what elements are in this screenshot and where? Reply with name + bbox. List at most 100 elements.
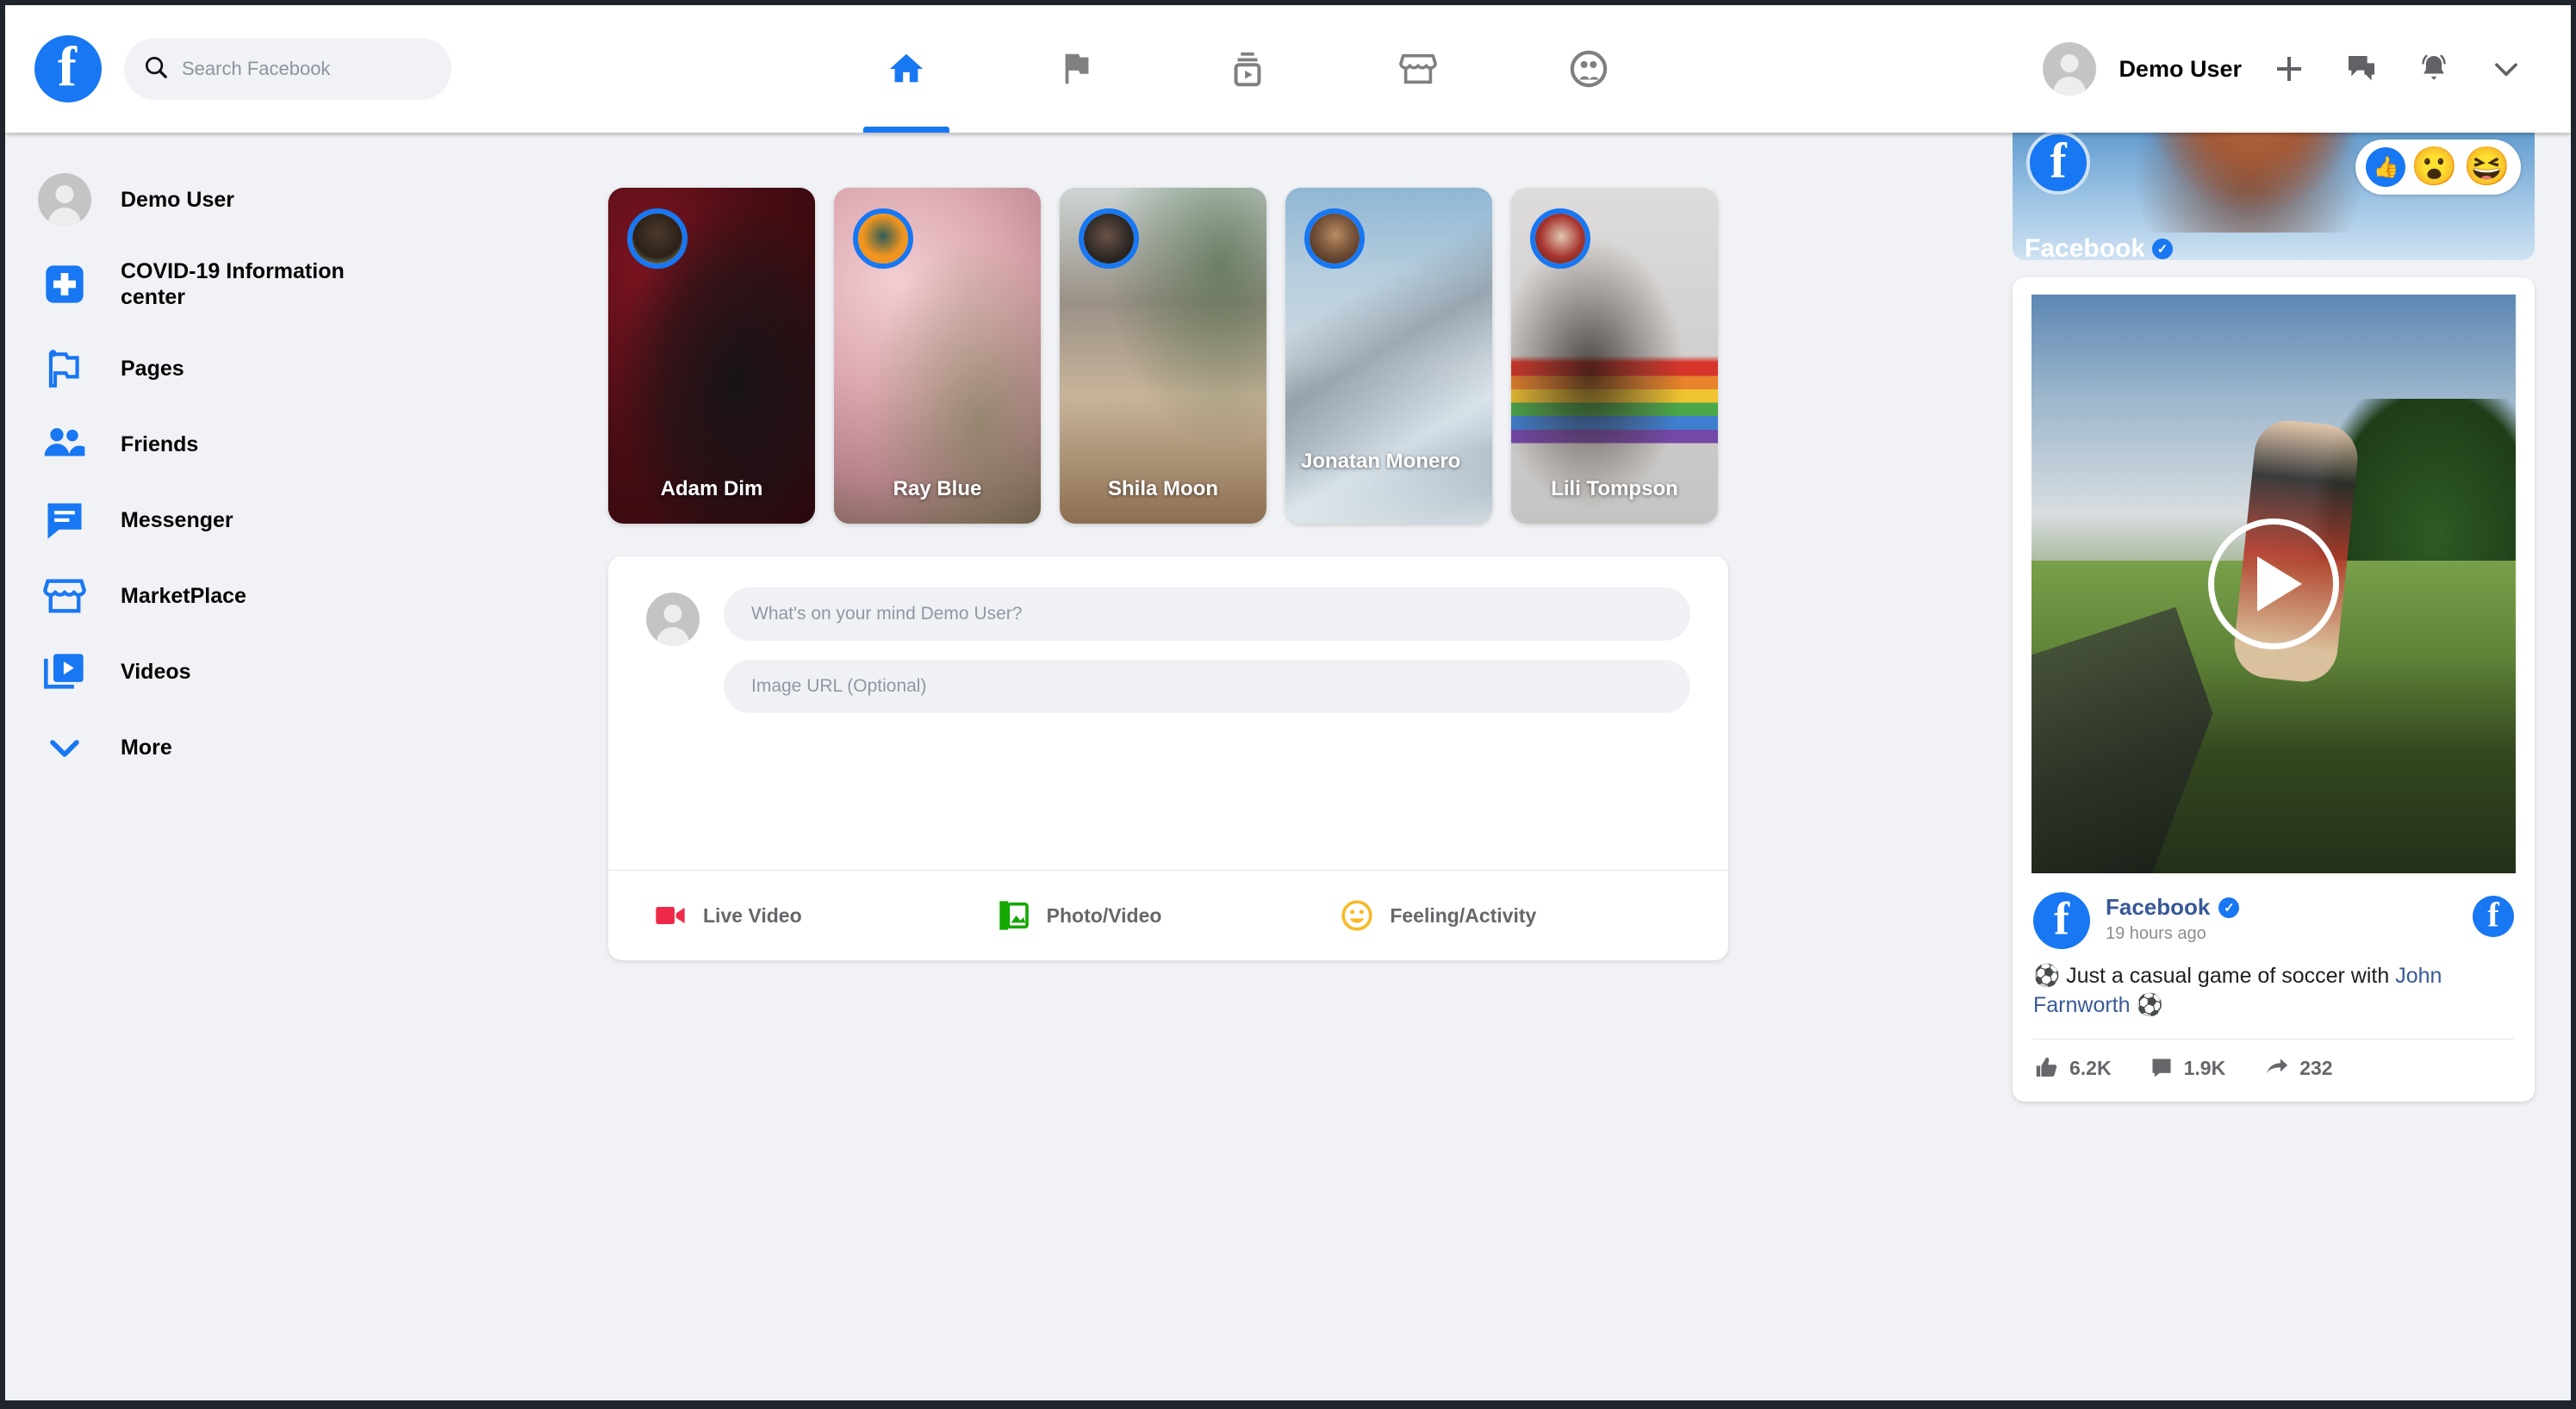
chevron-down-icon [50, 740, 79, 757]
sidebar-item-messenger[interactable]: Messenger [24, 482, 522, 558]
sidebar-item-label: Demo User [121, 187, 234, 212]
wow-reaction-icon[interactable]: 😮 [2411, 148, 2458, 186]
sidebar-item-more[interactable]: More [24, 710, 522, 785]
comment-stat[interactable]: 1.9K [2150, 1056, 2225, 1080]
story-avatar [627, 208, 688, 269]
covid-cross-icon [46, 265, 84, 303]
facebook-page-logo [2026, 133, 2090, 195]
app-viewport: Demo User [0, 0, 2576, 1409]
verified-badge-icon: ✓ [2152, 239, 2174, 259]
sidebar-item-covid[interactable]: COVID-19 Information center [24, 238, 522, 331]
composer-avatar [646, 593, 700, 646]
messenger-button[interactable] [2336, 44, 2386, 94]
sidebar-item-marketplace[interactable]: MarketPlace [24, 558, 522, 634]
header-avatar[interactable] [2043, 42, 2097, 96]
status-input[interactable] [724, 587, 1690, 641]
sidebar-item-label: More [121, 735, 172, 760]
nav-tab-watch[interactable] [1162, 5, 1333, 133]
sidebar-item-label: Videos [121, 659, 191, 684]
friends-icon [44, 428, 85, 456]
composer-actions: Live Video Photo/Video Feeling/Activity [608, 871, 1728, 960]
story-avatar [1530, 208, 1590, 269]
facebook-logo[interactable] [34, 35, 102, 102]
post-card-soccer: Facebook ✓ 19 hours ago ⚽ Just a casual … [2013, 277, 2535, 1102]
share-stat[interactable]: 232 [2263, 1055, 2333, 1081]
post-engagement-bar: 6.2K 1.9K 232 [2013, 1040, 2535, 1102]
header-right-group: Demo User [2043, 42, 2571, 96]
header-username[interactable]: Demo User [2119, 56, 2242, 83]
post-text: ⚽ Just a casual game of soccer with John… [2013, 949, 2535, 1020]
verified-badge-icon: ✓ [2218, 897, 2240, 918]
notifications-button[interactable] [2409, 44, 2459, 94]
photo-video-button[interactable]: Photo/Video [997, 898, 1341, 933]
groups-icon [1570, 50, 1607, 88]
page-name[interactable]: Facebook [2106, 894, 2210, 921]
chevron-down-icon [2495, 63, 2517, 77]
search-bar[interactable] [124, 38, 451, 100]
post-header: Facebook ✓ 19 hours ago [2013, 873, 2535, 949]
sidebar-item-pages[interactable]: Pages [24, 331, 522, 407]
reaction-bar[interactable]: 👍 😮 😆 [2355, 140, 2521, 195]
photo-video-icon [999, 901, 1029, 930]
post-page-name: Facebook ✓ [2025, 234, 2174, 260]
story-card[interactable]: Lili Tompson [1511, 188, 1718, 524]
story-card[interactable]: Adam Dim [608, 188, 815, 524]
story-avatar [853, 208, 913, 269]
plus-icon [2277, 57, 2301, 81]
stories-row: Adam Dim Ray Blue Shila Moon Jonatan Mon… [608, 133, 1728, 524]
nav-tab-home[interactable] [821, 5, 992, 133]
flag-icon [1065, 53, 1089, 84]
post-composer: Live Video Photo/Video [608, 556, 1728, 960]
nav-tab-groups[interactable] [1503, 5, 1674, 133]
photo-video-label: Photo/Video [1046, 903, 1162, 927]
live-video-icon [656, 907, 685, 924]
story-name: Lili Tompson [1551, 476, 1678, 500]
sidebar-item-friends[interactable]: Friends [24, 407, 522, 482]
story-avatar [1079, 208, 1139, 269]
share-count: 232 [2299, 1056, 2333, 1079]
active-tab-underline [862, 127, 949, 133]
home-icon [889, 53, 923, 83]
feeling-activity-icon [1341, 900, 1373, 931]
share-icon [2266, 1058, 2288, 1074]
story-card[interactable]: Shila Moon [1060, 188, 1266, 524]
post-video-thumbnail[interactable] [2032, 295, 2516, 873]
post-card-skydive[interactable]: 👍 😮 😆 Facebook ✓ [2013, 133, 2535, 260]
sidebar-item-label: MarketPlace [121, 583, 246, 608]
nav-tab-pages[interactable] [992, 5, 1162, 133]
nav-tab-marketplace[interactable] [1333, 5, 1503, 133]
page-avatar[interactable] [2033, 892, 2090, 949]
main-feed: Adam Dim Ray Blue Shila Moon Jonatan Mon… [608, 133, 1728, 960]
header-nav-tabs [451, 5, 2043, 133]
header-left-group [5, 35, 451, 102]
comment-icon [2152, 1058, 2171, 1077]
like-reaction-icon[interactable]: 👍 [2366, 147, 2406, 187]
haha-reaction-icon[interactable]: 😆 [2463, 148, 2511, 186]
account-menu-button[interactable] [2481, 44, 2531, 94]
top-navigation-bar: Demo User [5, 5, 2571, 133]
feeling-activity-button[interactable]: Feeling/Activity [1340, 898, 1683, 933]
messenger-icon [47, 503, 82, 539]
story-avatar [1304, 208, 1365, 269]
sidebar-item-label: Friends [121, 431, 199, 456]
image-url-input[interactable] [724, 660, 1690, 713]
feeling-activity-label: Feeling/Activity [1390, 903, 1537, 927]
like-stat[interactable]: 6.2K [2033, 1055, 2112, 1081]
sidebar-item-profile[interactable]: Demo User [24, 162, 522, 238]
story-name: Ray Blue [893, 476, 982, 500]
story-card[interactable]: Ray Blue [834, 188, 1041, 524]
sidebar-item-label: Messenger [121, 507, 233, 532]
messenger-icon [2349, 56, 2374, 81]
sidebar-item-videos[interactable]: Videos [24, 634, 522, 710]
search-input[interactable] [182, 58, 432, 80]
live-video-button[interactable]: Live Video [653, 898, 997, 933]
play-button-icon[interactable] [2208, 518, 2339, 649]
story-card[interactable]: Jonatan Monero [1285, 188, 1492, 524]
bell-icon [2422, 54, 2446, 80]
flag-icon [48, 350, 79, 388]
story-name: Shila Moon [1108, 476, 1218, 500]
create-button[interactable] [2264, 44, 2314, 94]
like-count: 6.2K [2069, 1056, 2112, 1079]
sidebar-item-label: COVID-19 Information center [121, 258, 345, 310]
thumbs-up-icon [2036, 1057, 2057, 1077]
